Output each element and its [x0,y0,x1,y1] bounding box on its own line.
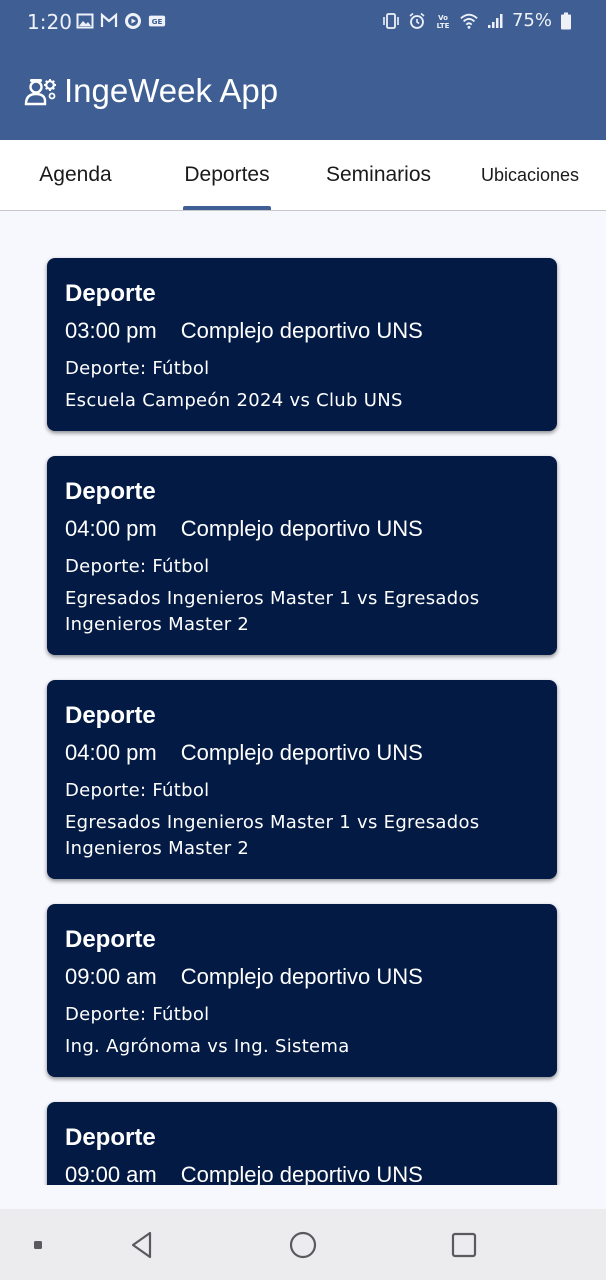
tab-label: Ubicaciones [480,164,580,185]
event-card[interactable]: Deporte 03:00 pm Complejo deportivo UNS D… [47,258,557,431]
event-time: 09:00 am [65,964,157,989]
app-title: IngeWeek App [64,72,279,109]
event-card[interactable]: Deporte 09:00 am Complejo deportivo UNS [47,1102,557,1185]
back-icon [131,1231,152,1258]
system-icons: Vo LTE 75% [382,10,572,31]
battery-icon [561,12,571,29]
image-icon [76,13,94,29]
event-location: Complejo deportivo UNS [180,318,423,343]
vibrate-icon [383,12,399,29]
home-icon [289,1231,317,1258]
event-when: 09:00 am Complejo deportivo UNS [65,1162,423,1185]
event-match: Egresados Ingenieros Master 1 vs Egresad… [65,812,480,859]
play-icon [125,13,141,29]
event-sport: Deporte: Fútbol [65,780,210,801]
event-card[interactable]: Deporte 04:00 pm Complejo deportivo UNS D… [47,680,557,879]
event-match: Ing. Agrónoma vs Ing. Sistema [65,1036,350,1057]
event-location: Complejo deportivo UNS [180,964,423,989]
tab-label: Agenda [39,163,112,186]
event-sport: Deporte: Fútbol [65,1004,210,1025]
event-card[interactable]: Deporte 04:00 pm Complejo deportivo UNS D… [47,456,557,655]
tab-deportes[interactable]: Deportes [151,140,303,210]
event-when: 04:00 pm Complejo deportivo UNS [65,516,423,542]
event-title: Deporte [65,926,156,953]
svg-text:Vo: Vo [438,14,448,22]
event-time: 04:00 pm [65,516,157,541]
gmail-icon [100,12,118,27]
event-location: Complejo deportivo UNS [180,516,423,541]
engineer-gear-icon [24,79,56,106]
wifi-icon [460,13,478,29]
event-time: 03:00 pm [65,318,157,343]
signal-icon [487,13,503,28]
tab-label: Seminarios [325,163,432,186]
alarm-icon [409,12,425,29]
event-match: Egresados Ingenieros Master 1 vs Egresad… [65,588,480,635]
app-title-row: IngeWeek App [24,72,278,110]
event-time: 09:00 am [65,1162,157,1185]
tab-seminarios[interactable]: Seminarios [303,140,454,210]
events-list[interactable]: Deporte 03:00 pm Complejo deportivo UNS D… [0,211,606,1185]
notification-icons: GE [76,12,166,30]
event-when: 03:00 pm Complejo deportivo UNS [65,318,423,344]
status-bar: 1:20 GE Vo LTE 75% [0,0,606,46]
event-when: 04:00 pm Complejo deportivo UNS [65,740,423,766]
event-title: Deporte [65,280,156,307]
svg-text:LTE: LTE [437,22,450,30]
tab-ubicaciones[interactable]: Ubicaciones [454,140,606,210]
tab-label: Deportes [184,163,270,186]
event-match: Escuela Campeón 2024 vs Club UNS [65,390,403,411]
event-location: Complejo deportivo UNS [180,740,423,765]
overview-button[interactable] [434,1209,494,1280]
recent-dot-button[interactable] [20,1209,56,1280]
ge-icon: GE [148,15,166,27]
tab-agenda[interactable]: Agenda [0,140,151,210]
recent-dot-icon [34,1240,42,1249]
event-sport: Deporte: Fútbol [65,556,210,577]
svg-text:GE: GE [152,17,163,26]
event-title: Deporte [65,1124,156,1151]
event-title: Deporte [65,702,156,729]
event-sport: Deporte: Fútbol [65,358,210,379]
volte-icon: VoLTE [437,14,450,30]
system-nav-bar [0,1209,606,1280]
status-time: 1:20 [27,10,72,34]
event-title: Deporte [65,478,156,505]
event-card[interactable]: Deporte 09:00 am Complejo deportivo UNS D… [47,904,557,1077]
tab-selected-indicator [183,206,271,210]
event-when: 09:00 am Complejo deportivo UNS [65,964,423,990]
tab-bar: Agenda Deportes Seminarios Ubicaciones [0,140,606,211]
battery-percent: 75% [511,10,552,31]
overview-icon [451,1232,477,1257]
app-bar: 1:20 GE Vo LTE 75% IngeWeek App [0,0,606,140]
event-location: Complejo deportivo UNS [180,1162,423,1185]
back-button[interactable] [112,1209,172,1280]
event-time: 04:00 pm [65,740,157,765]
home-button[interactable] [272,1209,334,1280]
